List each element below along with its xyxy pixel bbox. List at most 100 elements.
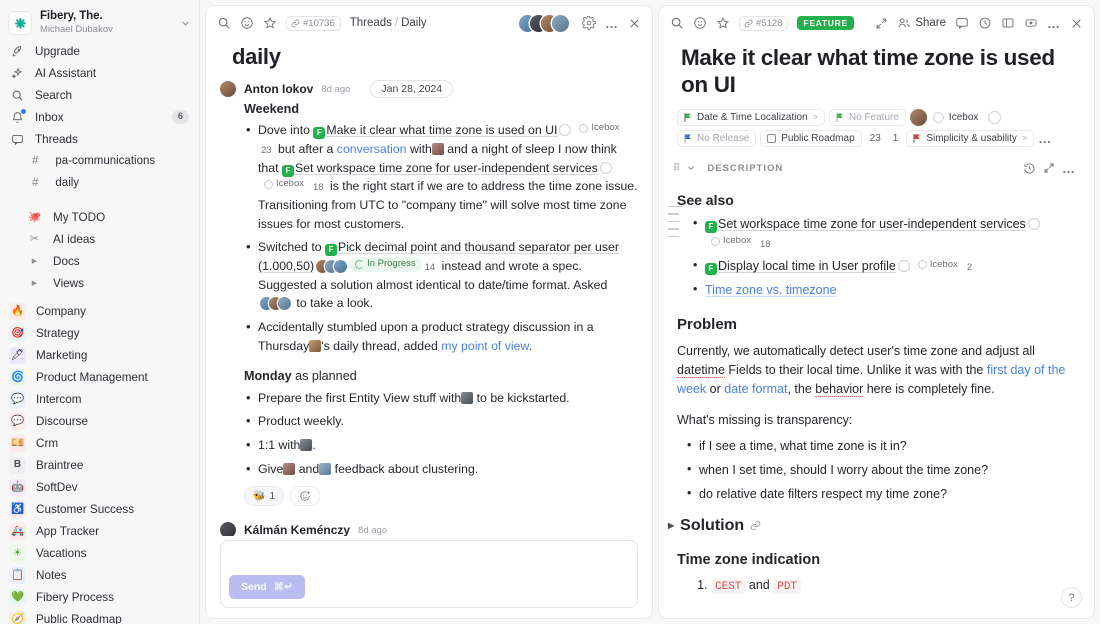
field-no-release[interactable]: No Release [677,130,756,147]
state-pill[interactable]: Icebox [705,234,757,248]
chevron-right-icon[interactable]: ▶ [26,253,43,270]
sidebar-item-my-todo[interactable]: 🐙 My TODO [0,206,199,228]
mentioned-avatars[interactable] [260,297,291,310]
share-button[interactable]: Share [897,16,946,30]
field-simplicity-usability[interactable]: Simplicity & usability > [906,130,1034,147]
chevron-down-icon[interactable] [686,163,696,173]
entity-id-chip[interactable]: #5128 [739,16,788,31]
breadcrumb-root[interactable]: Threads [350,17,392,29]
sidebar-item-ai-ideas[interactable]: ✂ AI ideas [0,228,199,250]
entity-reference[interactable]: Set workspace time zone for user-indepen… [718,217,1026,231]
field-votes[interactable]: 1 [889,133,903,144]
history-icon[interactable] [1023,162,1036,175]
field-date-time-localization[interactable]: Date & Time Localization > [677,109,825,126]
inline-link[interactable]: date format [724,382,787,396]
chevron-right-icon[interactable]: ▶ [26,275,43,292]
state-circle-icon[interactable] [898,260,910,272]
entity-reference[interactable]: Display local time in User profile [718,259,896,273]
sidebar-channel-pa-communications[interactable]: # pa-communications [0,150,199,172]
expand-icon[interactable] [1043,162,1055,174]
state-circle-icon[interactable] [600,162,612,174]
date-pill[interactable]: Jan 28, 2024 [370,80,453,98]
composer[interactable]: Send ⌘↵ [220,540,638,608]
collapse-triangle-icon[interactable]: ▶ [668,520,674,532]
sidebar-space-marketing[interactable]: 🖊 Marketing [0,344,199,366]
eye-icon[interactable] [1024,16,1038,30]
description-body[interactable]: See also FSet workspace time zone for us… [659,180,1094,618]
sidebar-space-fibery-process[interactable]: 💚 Fibery Process [0,586,199,608]
entity-title[interactable]: Make it clear what time zone is used on … [659,40,1094,109]
state-pill[interactable]: In Progress [349,257,422,271]
sidebar-space-notes[interactable]: 📋 Notes [0,564,199,586]
sidebar-item-ai-assistant[interactable]: AI Assistant [0,62,199,84]
sidebar-space-product-management[interactable]: 🌀 Product Management [0,366,199,388]
state-pill[interactable]: Icebox [573,121,625,135]
sidebar-item-search[interactable]: Search [0,84,199,106]
more-fields-icon[interactable]: … [1038,131,1052,146]
assignee-avatars[interactable] [316,260,347,273]
state-pill[interactable]: Icebox [258,177,310,191]
state-circle-icon[interactable] [559,124,571,136]
state-pill[interactable]: Icebox [912,258,964,272]
sidebar-channel-daily[interactable]: # daily [0,172,199,194]
reaction-bee[interactable]: 🐝 1 [244,486,284,506]
sidebar-space-discourse[interactable]: 💬 Discourse [0,410,199,432]
state-circle-icon[interactable] [1028,218,1040,230]
sidebar-space-softdev[interactable]: 🤖 SoftDev [0,476,199,498]
sidebar-space-braintree[interactable]: B Braintree [0,454,199,476]
sidebar-space-vacations[interactable]: ☀ Vacations [0,542,199,564]
sidebar-space-customer-success[interactable]: ♿ Customer Success [0,498,199,520]
entity-reference[interactable]: Make it clear what time zone is used on … [326,123,557,137]
workspace-switcher[interactable]: Fibery, The. Michael Dubakov [0,6,199,40]
sidebar-space-public-roadmap[interactable]: 🧭 Public Roadmap [0,608,199,624]
link-icon[interactable] [750,520,761,531]
sidebar-space-app-tracker[interactable]: 🚑 App Tracker [0,520,199,542]
sidebar-space-strategy[interactable]: 🎯 Strategy [0,322,199,344]
help-button[interactable]: ? [1061,587,1082,608]
sidebar-item-docs[interactable]: ▶ Docs [0,250,199,272]
send-button[interactable]: Send ⌘↵ [229,575,305,599]
sidebar-space-company[interactable]: 🔥 Company [0,300,199,322]
layout-icon[interactable] [1001,16,1015,30]
inline-link[interactable]: my point of view [441,339,528,353]
inline-link[interactable]: conversation [337,142,407,156]
expand-icon[interactable] [875,17,888,30]
breadcrumb-leaf[interactable]: Daily [401,17,427,29]
empty-state-circle-icon[interactable] [988,111,1001,124]
chevron-down-icon[interactable] [180,18,191,29]
clock-icon[interactable] [978,16,992,30]
entity-reference[interactable]: Set workspace time zone for user-indepen… [295,161,598,175]
sidebar-space-intercom[interactable]: 💬 Intercom [0,388,199,410]
sidebar-item-inbox[interactable]: Inbox 6 [0,106,199,128]
chevron-right-icon[interactable]: > [1022,133,1027,143]
breadcrumb[interactable]: Threads/Daily [350,17,427,29]
emoji-icon[interactable] [240,16,254,30]
add-reaction-button[interactable] [290,486,320,506]
more-icon[interactable]: … [1062,161,1076,176]
sidebar-item-threads[interactable]: Threads [0,128,199,150]
sidebar-item-views[interactable]: ▶ Views [0,272,199,294]
search-icon[interactable] [217,16,231,30]
sidebar-space-crm[interactable]: 💴 Crm [0,432,199,454]
entity-id-chip[interactable]: #10736 [286,16,341,31]
field-public-roadmap[interactable]: Public Roadmap [760,130,861,147]
emoji-icon[interactable] [693,16,707,30]
more-icon[interactable]: … [605,16,619,31]
close-icon[interactable] [628,17,641,30]
gear-icon[interactable] [582,16,596,30]
search-icon[interactable] [670,16,684,30]
sidebar-item-upgrade[interactable]: Upgrade [0,40,199,62]
star-icon[interactable] [716,16,730,30]
type-badge[interactable]: FEATURE [797,16,853,30]
member-avatars[interactable] [519,15,569,32]
field-state-icebox[interactable]: Icebox [931,110,984,125]
field-no-feature[interactable]: No Feature [829,109,906,126]
drag-handle-icon[interactable]: ⠿ [673,163,679,174]
star-icon[interactable] [263,16,277,30]
assignee-avatar[interactable] [910,109,927,126]
doc-link[interactable]: Time zone vs. timezone [705,283,837,297]
close-icon[interactable] [1070,17,1083,30]
comment-icon[interactable] [955,16,969,30]
chevron-right-icon[interactable]: > [813,112,818,122]
field-points[interactable]: 23 [866,133,885,144]
